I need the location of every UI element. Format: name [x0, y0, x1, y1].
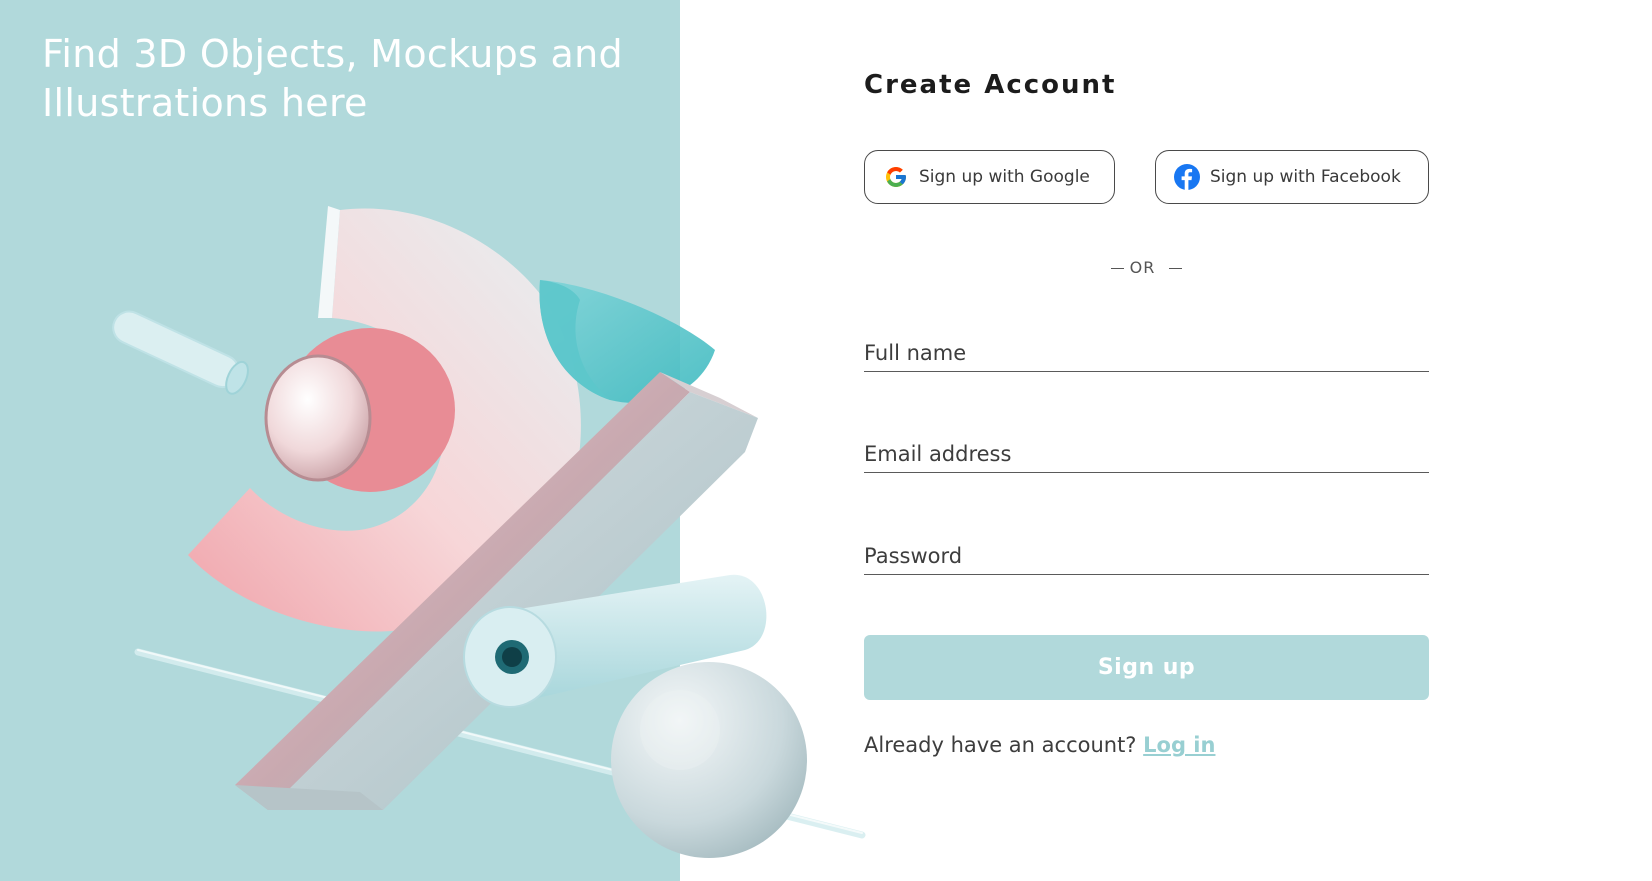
signup-button[interactable]: Sign up — [864, 635, 1429, 700]
email-field — [864, 427, 1429, 473]
password-field — [864, 529, 1429, 575]
facebook-icon — [1174, 164, 1200, 190]
or-divider-label: OR — [1129, 258, 1156, 277]
login-prompt-text: Already have an account? — [864, 733, 1137, 757]
form-title: Create Account — [864, 70, 1117, 100]
3d-illustration — [112, 206, 866, 858]
google-signup-button[interactable]: Sign up with Google — [864, 150, 1115, 204]
login-prompt-line: Already have an account? Log in — [864, 733, 1215, 757]
google-signup-label: Sign up with Google — [919, 167, 1090, 187]
login-link[interactable]: Log in — [1143, 733, 1215, 757]
email-input[interactable] — [864, 442, 1429, 466]
google-icon — [883, 164, 909, 190]
facebook-signup-label: Sign up with Facebook — [1210, 167, 1401, 187]
or-divider: OR — [864, 258, 1429, 277]
password-input[interactable] — [864, 544, 1429, 568]
full-name-input[interactable] — [864, 341, 1429, 365]
full-name-field — [864, 326, 1429, 372]
hero-title: Find 3D Objects, Mockups and Illustratio… — [42, 32, 623, 125]
facebook-signup-button[interactable]: Sign up with Facebook — [1155, 150, 1429, 204]
